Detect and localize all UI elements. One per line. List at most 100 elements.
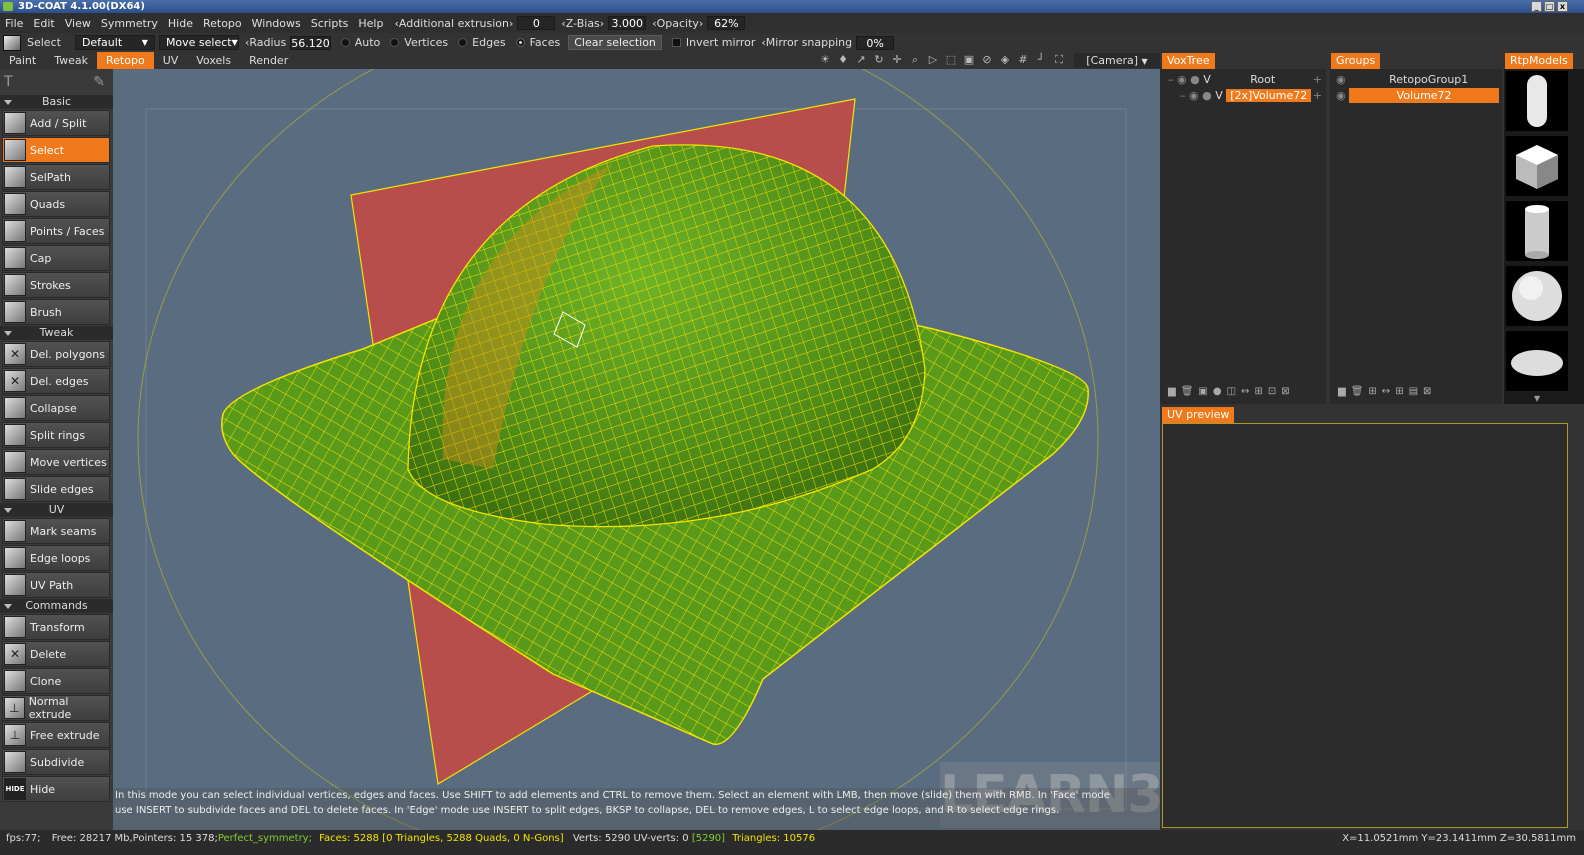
delete-icon[interactable]: 🗑 <box>1181 386 1194 397</box>
mode-dropdown[interactable]: Move select ▼ <box>158 35 239 50</box>
opacity-field[interactable]: ‹ Opacity › 62% <box>652 16 746 30</box>
tool-quads[interactable]: Quads <box>2 191 110 217</box>
additional-extrusion-field[interactable]: ‹ Additional extrusion › 0 <box>394 16 556 30</box>
menu-windows[interactable]: Windows <box>247 17 306 30</box>
group-item-row[interactable]: ◉ Volume72 <box>1336 88 1502 103</box>
mirror-icon[interactable]: ↔ <box>1382 386 1390 397</box>
clone-icon[interactable]: ◫ <box>1227 386 1236 397</box>
mirror-snapping-field[interactable]: ‹ Mirror snapping 0% <box>761 35 895 50</box>
vertices-radio[interactable]: Vertices <box>390 36 448 49</box>
tab-voxels[interactable]: Voxels <box>187 52 240 69</box>
remove-icon[interactable]: ⊠ <box>1281 386 1289 397</box>
add-icon[interactable]: + <box>1313 72 1322 87</box>
tool-selpath[interactable]: SelPath <box>2 164 110 190</box>
tab-tweak[interactable]: Tweak <box>45 52 97 69</box>
maximize-button[interactable]: □ <box>1544 1 1555 12</box>
tab-rtpmodels[interactable]: RtpModels <box>1505 53 1573 69</box>
tool-transform[interactable]: Transform <box>2 614 110 640</box>
pan-icon[interactable]: ✛ <box>890 53 904 67</box>
tool-move-vertices[interactable]: Move vertices <box>2 449 110 475</box>
menu-help[interactable]: Help <box>353 17 388 30</box>
grid-icon[interactable]: # <box>1016 53 1030 67</box>
eye-icon[interactable]: ◉ <box>1177 73 1187 86</box>
tab-groups[interactable]: Groups <box>1331 53 1381 69</box>
invert-mirror-checkbox[interactable]: Invert mirror <box>671 36 755 49</box>
visibility-icon[interactable]: ● <box>1190 73 1200 86</box>
tool-uv-path[interactable]: UV Path <box>2 572 110 598</box>
copy-icon[interactable]: ▣ <box>1198 386 1207 397</box>
rtp-model-cylinder[interactable] <box>1506 201 1568 261</box>
bulb-icon[interactable]: ♦ <box>836 53 850 67</box>
eye-icon[interactable]: ◉ <box>1336 89 1346 102</box>
tool-select[interactable]: Select <box>2 137 110 163</box>
add-icon[interactable]: + <box>1313 88 1322 103</box>
tool-strokes[interactable]: Strokes <box>2 272 110 298</box>
menu-symmetry[interactable]: Symmetry <box>96 17 163 30</box>
tab-uv[interactable]: UV <box>154 52 188 69</box>
split-icon[interactable]: ⊞ <box>1254 386 1262 397</box>
tab-paint[interactable]: Paint <box>0 52 45 69</box>
3d-viewport[interactable] <box>113 69 1160 830</box>
tool-brush[interactable]: Brush <box>2 299 110 325</box>
split-icon[interactable]: ⊞ <box>1368 386 1376 397</box>
mirror-icon[interactable]: ↔ <box>1241 386 1249 397</box>
rotate-view-icon[interactable]: ↻ <box>872 53 886 67</box>
collapse-icon[interactable]: – <box>1180 89 1186 102</box>
move-view-icon[interactable]: ↗ <box>854 53 868 67</box>
maximize-view-icon[interactable]: ⛶ <box>1052 53 1066 67</box>
section-uv[interactable]: UV <box>0 503 113 517</box>
tool-collapse[interactable]: Collapse <box>2 395 110 421</box>
clear-selection-button[interactable]: Clear selection <box>568 35 662 50</box>
menu-retopo[interactable]: Retopo <box>198 17 247 30</box>
delete-icon[interactable]: 🗑 <box>1351 386 1364 397</box>
preset-dropdown[interactable]: Default ▼ <box>74 35 155 50</box>
no-icon[interactable]: ⊘ <box>980 53 994 67</box>
section-commands[interactable]: Commands <box>0 599 113 613</box>
remove-icon[interactable]: ⊠ <box>1423 386 1431 397</box>
tool-slide-edges[interactable]: Slide edges <box>2 476 110 502</box>
tool-clone[interactable]: Clone <box>2 668 110 694</box>
merge-icon[interactable]: ⊡ <box>1268 386 1276 397</box>
collapse-icon[interactable]: – <box>1168 73 1174 86</box>
tool-subdivide[interactable]: Subdivide <box>2 749 110 775</box>
tool-add-split[interactable]: Add / Split <box>2 110 110 136</box>
axis-icon[interactable]: ┘ <box>1034 53 1048 67</box>
group-item-label[interactable]: Volume72 <box>1349 88 1500 103</box>
tool-normal-extrude[interactable]: ⊥ Normal extrude <box>2 695 110 721</box>
grid-icon[interactable]: ⊞ <box>1395 386 1403 397</box>
tool-split-rings[interactable]: Split rings <box>2 422 110 448</box>
edges-radio[interactable]: Edges <box>458 36 506 49</box>
text-tool-icon[interactable]: T <box>4 74 13 90</box>
tab-render[interactable]: Render <box>240 52 297 69</box>
tool-del-polygons[interactable]: ✕ Del. polygons <box>2 341 110 367</box>
faces-radio[interactable]: Faces <box>515 36 560 49</box>
menu-edit[interactable]: Edit <box>28 17 59 30</box>
sphere-icon[interactable]: ● <box>1213 386 1222 397</box>
tool-free-extrude[interactable]: ⊥ Free extrude <box>2 722 110 748</box>
tool-hide[interactable]: HIDE Hide <box>2 776 110 802</box>
section-basic[interactable]: Basic <box>0 95 113 109</box>
cube-view-icon[interactable]: ◈ <box>998 53 1012 67</box>
menu-scripts[interactable]: Scripts <box>306 17 354 30</box>
zbias-field[interactable]: ‹ Z-Bias › 3.000 <box>561 16 647 30</box>
scroll-down-icon[interactable]: ▼ <box>1534 394 1540 403</box>
tool-del-edges[interactable]: ✕ Del. edges <box>2 368 110 394</box>
radius-field[interactable]: ‹ Radius 56.120 <box>245 35 331 50</box>
new-group-icon[interactable]: ▆ <box>1338 386 1346 397</box>
rtp-model-disc[interactable] <box>1506 331 1568 391</box>
group-row[interactable]: ◉ RetopoGroup1 <box>1336 72 1502 87</box>
fit-icon[interactable]: ⬚ <box>944 53 958 67</box>
tab-uv-preview[interactable]: UV preview <box>1162 407 1235 423</box>
tool-mark-seams[interactable]: Mark seams <box>2 518 110 544</box>
rtp-model-sphere[interactable] <box>1506 266 1568 326</box>
brush-icon[interactable]: ✎ <box>93 74 105 90</box>
tree-row-root[interactable]: – ◉ ● V Root + <box>1168 72 1324 87</box>
tool-edge-loops[interactable]: Edge loops <box>2 545 110 571</box>
rtp-model-capsule[interactable] <box>1506 71 1568 131</box>
tab-retopo[interactable]: Retopo <box>97 52 154 69</box>
uv-preview-canvas[interactable] <box>1162 423 1568 828</box>
tab-voxtree[interactable]: VoxTree <box>1162 53 1215 69</box>
zoom-icon[interactable]: ⌕ <box>908 53 922 67</box>
light-icon[interactable]: ☀ <box>818 53 832 67</box>
new-layer-icon[interactable]: ▆ <box>1168 386 1176 397</box>
